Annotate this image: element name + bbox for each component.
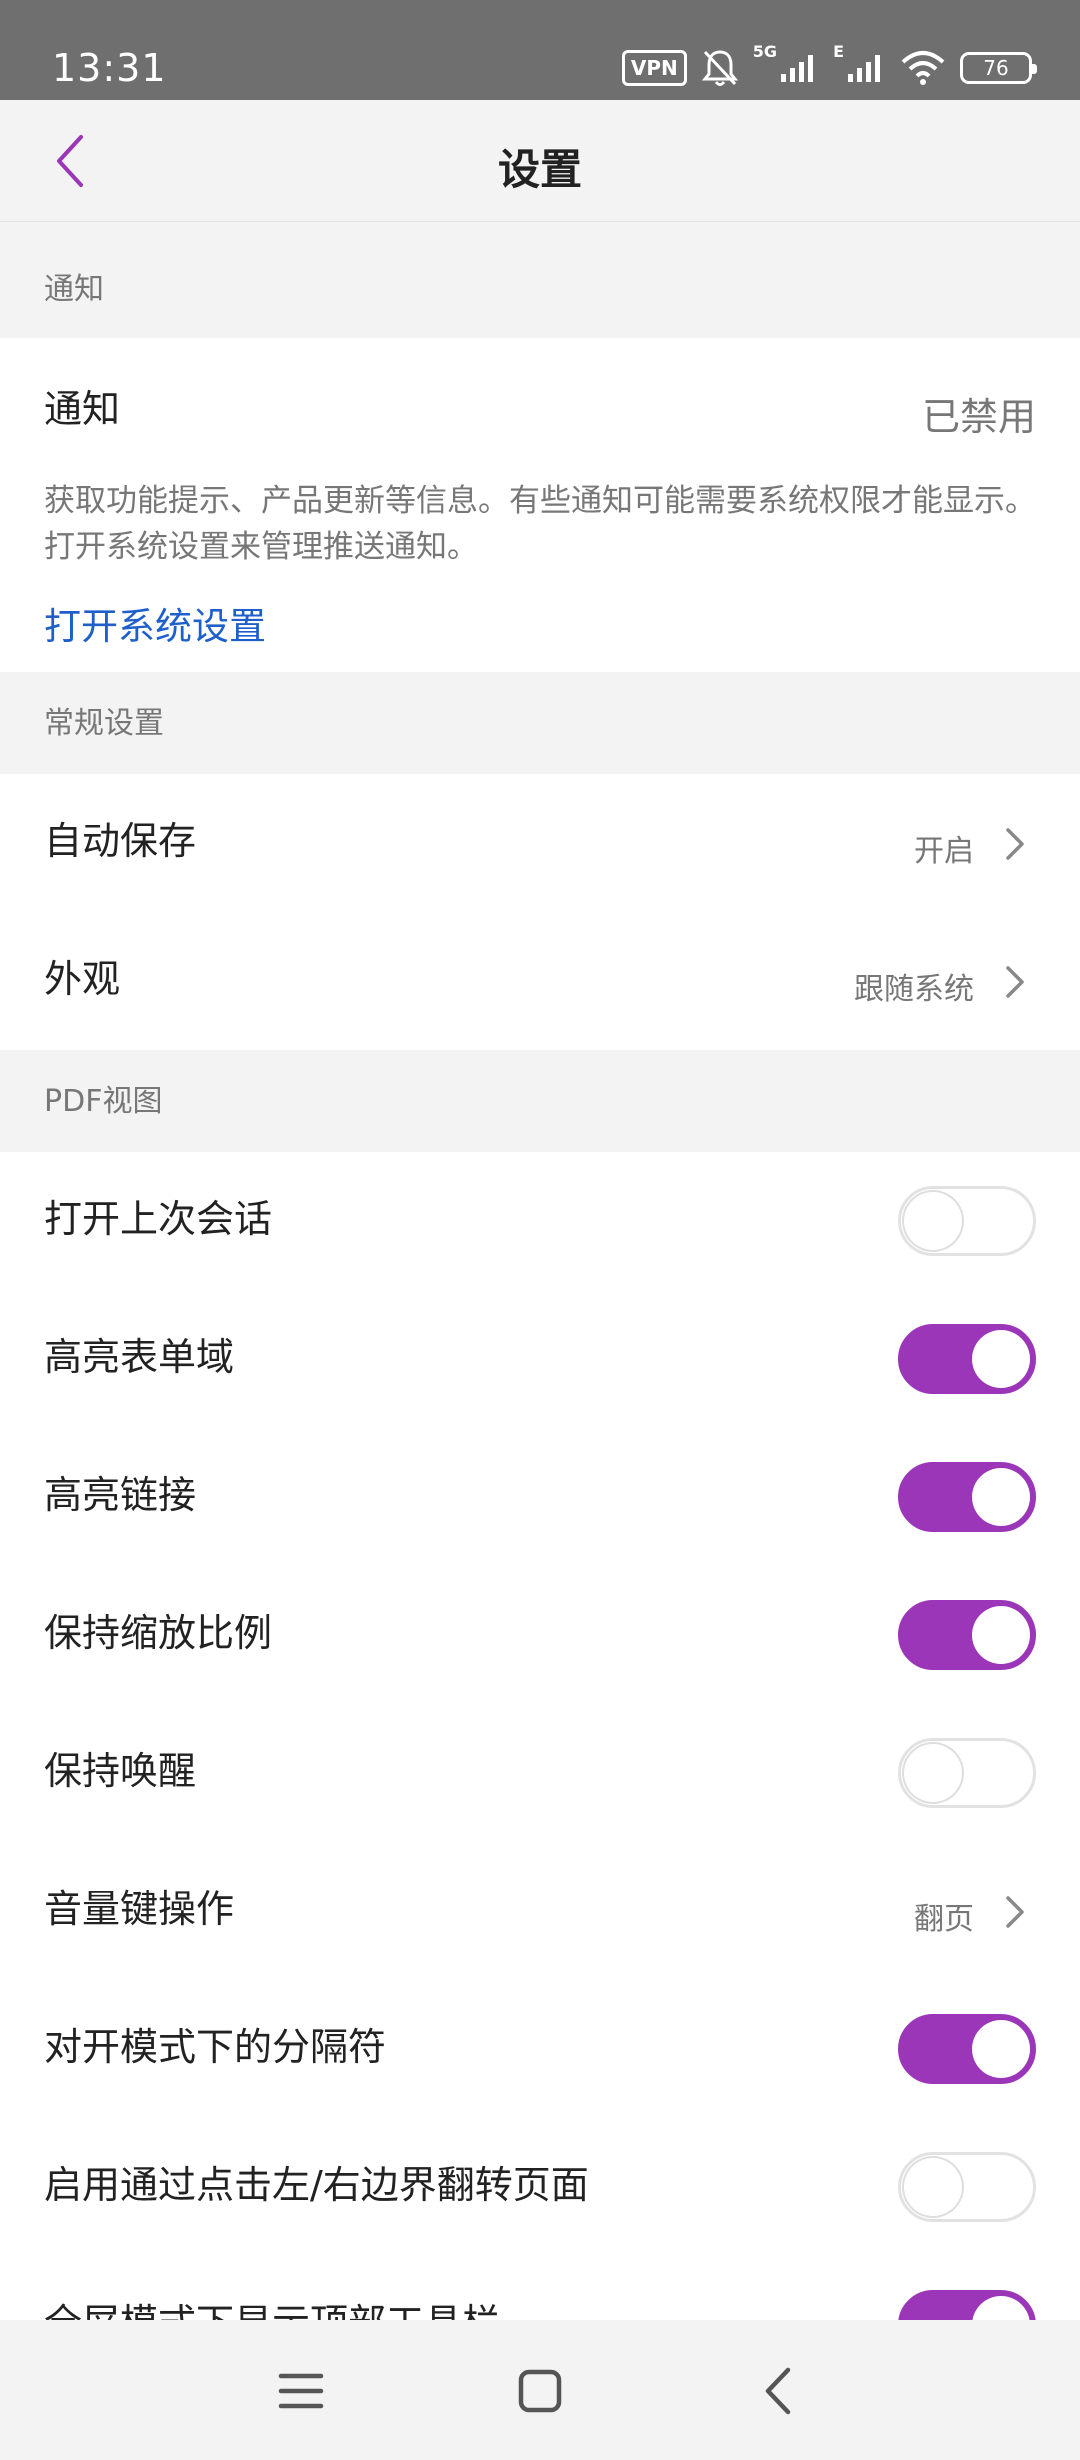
tap-edge-turn-label: 启用通过点击左/右边界翻转页面 xyxy=(44,2163,589,2207)
keep-zoom-label: 保持缩放比例 xyxy=(44,1611,273,1655)
signal-icon xyxy=(781,55,814,82)
battery-icon: 76 xyxy=(960,52,1037,84)
keep-zoom-toggle[interactable] xyxy=(898,1600,1036,1670)
notifications-description: 获取功能提示、产品更新等信息。有些通知可能需要系统权限才能显示。打开系统设置来管… xyxy=(44,483,1036,565)
toggle-knob xyxy=(972,1468,1030,1526)
bell-off-icon xyxy=(701,50,738,86)
vpn-badge: VPN xyxy=(621,50,687,86)
network-5g-label: 5G xyxy=(752,42,778,61)
toggle-knob xyxy=(972,1606,1030,1664)
page-title: 设置 xyxy=(497,145,582,194)
toggle-knob xyxy=(972,1330,1030,1388)
spread-separator-label: 对开模式下的分隔符 xyxy=(44,2025,387,2069)
highlight-links-label: 高亮链接 xyxy=(44,1473,197,1517)
auto-save-label: 自动保存 xyxy=(44,819,197,863)
notifications-status[interactable]: 已禁用 xyxy=(922,386,1036,441)
menu-icon[interactable] xyxy=(266,2356,336,2426)
highlight-form-fields-toggle[interactable] xyxy=(898,1324,1036,1394)
open-last-session-label: 打开上次会话 xyxy=(44,1197,273,1241)
status-bar: 13:31 VPN 5G E 76 xyxy=(0,0,1080,100)
toggle-knob xyxy=(904,2158,962,2216)
toggle-knob xyxy=(904,1744,962,1802)
open-system-settings-link[interactable]: 打开系统设置 xyxy=(44,596,266,650)
notifications-label: 通知 xyxy=(44,387,121,431)
system-nav-bar xyxy=(0,2320,1080,2460)
highlight-form-fields-label: 高亮表单域 xyxy=(44,1335,235,1379)
appearance-value: 跟随系统 xyxy=(854,972,974,1007)
battery-level: 76 xyxy=(983,56,1009,80)
home-square-icon[interactable] xyxy=(505,2356,575,2426)
keep-awake-label: 保持唤醒 xyxy=(44,1749,197,1793)
status-icons: VPN 5G E 76 xyxy=(621,42,1037,92)
chevron-right-icon xyxy=(1006,828,1024,860)
section-header-general: 常规设置 xyxy=(0,672,1080,774)
pdf-card: 打开上次会话 高亮表单域 高亮链接 保持缩放比例 保持唤醒 音量键操作 翻页 对… xyxy=(0,1152,1080,2320)
volume-keys-value: 翻页 xyxy=(914,1902,974,1937)
highlight-links-toggle[interactable] xyxy=(898,1462,1036,1532)
fullscreen-toolbar-label: 全屏模式下显示顶部工具栏 xyxy=(44,2292,500,2320)
toggle-knob xyxy=(972,2020,1030,2078)
spread-separator-toggle[interactable] xyxy=(898,2014,1036,2084)
signal-icon-2 xyxy=(848,55,880,82)
section-header-pdf: PDF视图 xyxy=(0,1050,1080,1152)
keep-awake-toggle[interactable] xyxy=(898,1738,1036,1808)
appearance-label: 外观 xyxy=(44,957,121,1001)
app-bar: 设置 xyxy=(0,100,1080,222)
volume-keys-label: 音量键操作 xyxy=(44,1887,235,1931)
auto-save-value: 开启 xyxy=(914,834,974,869)
chevron-right-icon xyxy=(1006,966,1024,998)
chevron-right-icon xyxy=(1006,1896,1024,1928)
status-time: 13:31 xyxy=(52,46,167,90)
wifi-icon xyxy=(901,51,945,85)
tap-edge-turn-toggle[interactable] xyxy=(898,2152,1036,2222)
fullscreen-toolbar-toggle[interactable] xyxy=(898,2290,1036,2320)
network-e-label: E xyxy=(833,42,844,61)
back-icon[interactable] xyxy=(744,2356,814,2426)
section-header-notifications: 通知 xyxy=(0,222,1080,338)
toggle-knob xyxy=(972,2296,1030,2320)
open-last-session-toggle[interactable] xyxy=(898,1186,1036,1256)
toggle-knob xyxy=(904,1192,962,1250)
